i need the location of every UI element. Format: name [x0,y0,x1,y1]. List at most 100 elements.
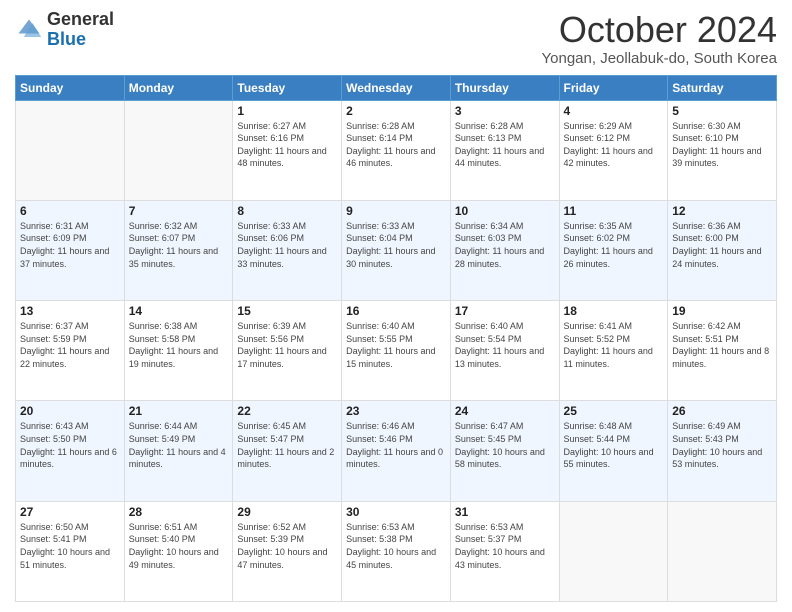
day-number: 26 [672,404,772,418]
day-number: 12 [672,204,772,218]
day-number: 20 [20,404,120,418]
day-number: 31 [455,505,555,519]
calendar-cell [16,100,125,200]
day-number: 16 [346,304,446,318]
calendar-week-row: 27 Sunrise: 6:50 AMSunset: 5:41 PMDayligh… [16,501,777,601]
day-info: Sunrise: 6:33 AMSunset: 6:04 PMDaylight:… [346,220,446,270]
calendar-cell: 13 Sunrise: 6:37 AMSunset: 5:59 PMDayligh… [16,301,125,401]
calendar-cell: 26 Sunrise: 6:49 AMSunset: 5:43 PMDayligh… [668,401,777,501]
day-number: 18 [564,304,664,318]
day-info: Sunrise: 6:35 AMSunset: 6:02 PMDaylight:… [564,220,664,270]
day-info: Sunrise: 6:47 AMSunset: 5:45 PMDaylight:… [455,420,555,470]
calendar-week-row: 20 Sunrise: 6:43 AMSunset: 5:50 PMDayligh… [16,401,777,501]
day-info: Sunrise: 6:37 AMSunset: 5:59 PMDaylight:… [20,320,120,370]
day-info: Sunrise: 6:40 AMSunset: 5:54 PMDaylight:… [455,320,555,370]
logo-text: General Blue [47,10,114,50]
day-number: 6 [20,204,120,218]
calendar-cell: 21Sunrise: 6:44 AMSunset: 5:49 PMDayligh… [124,401,233,501]
day-number: 17 [455,304,555,318]
day-info: Sunrise: 6:41 AMSunset: 5:52 PMDaylight:… [564,320,664,370]
header: General Blue October 2024 Yongan, Jeolla… [15,10,777,67]
day-info: Sunrise: 6:40 AMSunset: 5:55 PMDaylight:… [346,320,446,370]
day-info: Sunrise: 6:29 AMSunset: 6:12 PMDaylight:… [564,120,664,170]
day-info: Sunrise: 6:53 AMSunset: 5:38 PMDaylight:… [346,521,446,571]
day-info: Sunrise: 6:32 AMSunset: 6:07 PMDaylight:… [129,220,229,270]
calendar-cell [559,501,668,601]
calendar-cell: 28 Sunrise: 6:51 AMSunset: 5:40 PMDayligh… [124,501,233,601]
day-info: Sunrise: 6:44 AMSunset: 5:49 PMDaylight:… [129,420,229,470]
day-info: Sunrise: 6:53 AMSunset: 5:37 PMDaylight:… [455,521,555,571]
day-info: Sunrise: 6:27 AMSunset: 6:16 PMDaylight:… [237,120,337,170]
calendar-cell [124,100,233,200]
day-number: 27 [20,505,120,519]
day-number: 4 [564,104,664,118]
day-number: 11 [564,204,664,218]
logo: General Blue [15,10,114,50]
day-info: Sunrise: 6:33 AMSunset: 6:06 PMDaylight:… [237,220,337,270]
day-info: Sunrise: 6:34 AMSunset: 6:03 PMDaylight:… [455,220,555,270]
calendar-cell: 16 Sunrise: 6:40 AMSunset: 5:55 PMDayligh… [342,301,451,401]
calendar-cell: 12 Sunrise: 6:36 AMSunset: 6:00 PMDayligh… [668,200,777,300]
day-number: 23 [346,404,446,418]
day-info: Sunrise: 6:49 AMSunset: 5:43 PMDaylight:… [672,420,772,470]
column-header-thursday: Thursday [450,75,559,100]
title-block: October 2024 Yongan, Jeollabuk-do, South… [542,10,777,67]
day-number: 30 [346,505,446,519]
day-number: 9 [346,204,446,218]
calendar-header-row: SundayMondayTuesdayWednesdayThursdayFrid… [16,75,777,100]
day-info: Sunrise: 6:39 AMSunset: 5:56 PMDaylight:… [237,320,337,370]
day-number: 2 [346,104,446,118]
calendar-cell: 29Sunrise: 6:52 AMSunset: 5:39 PMDayligh… [233,501,342,601]
calendar-cell: 14 Sunrise: 6:38 AMSunset: 5:58 PMDayligh… [124,301,233,401]
day-info: Sunrise: 6:48 AMSunset: 5:44 PMDaylight:… [564,420,664,470]
day-number: 10 [455,204,555,218]
day-info: Sunrise: 6:30 AMSunset: 6:10 PMDaylight:… [672,120,772,170]
day-number: 8 [237,204,337,218]
calendar-cell: 27 Sunrise: 6:50 AMSunset: 5:41 PMDayligh… [16,501,125,601]
calendar-cell: 1 Sunrise: 6:27 AMSunset: 6:16 PMDaylight… [233,100,342,200]
calendar-cell [668,501,777,601]
day-number: 1 [237,104,337,118]
day-info: Sunrise: 6:31 AMSunset: 6:09 PMDaylight:… [20,220,120,270]
calendar-cell: 3 Sunrise: 6:28 AMSunset: 6:13 PMDaylight… [450,100,559,200]
day-info: Sunrise: 6:38 AMSunset: 5:58 PMDaylight:… [129,320,229,370]
calendar-cell: 9 Sunrise: 6:33 AMSunset: 6:04 PMDaylight… [342,200,451,300]
calendar-week-row: 1 Sunrise: 6:27 AMSunset: 6:16 PMDaylight… [16,100,777,200]
day-info: Sunrise: 6:28 AMSunset: 6:13 PMDaylight:… [455,120,555,170]
day-number: 13 [20,304,120,318]
calendar-cell: 30 Sunrise: 6:53 AMSunset: 5:38 PMDayligh… [342,501,451,601]
day-info: Sunrise: 6:51 AMSunset: 5:40 PMDaylight:… [129,521,229,571]
day-number: 14 [129,304,229,318]
day-info: Sunrise: 6:46 AMSunset: 5:46 PMDaylight:… [346,420,446,470]
day-info: Sunrise: 6:50 AMSunset: 5:41 PMDaylight:… [20,521,120,571]
day-number: 3 [455,104,555,118]
calendar-cell: 7Sunrise: 6:32 AMSunset: 6:07 PMDaylight… [124,200,233,300]
logo-icon [15,16,43,44]
calendar-cell: 4 Sunrise: 6:29 AMSunset: 6:12 PMDaylight… [559,100,668,200]
title-location: Yongan, Jeollabuk-do, South Korea [542,50,777,67]
calendar-cell: 6 Sunrise: 6:31 AMSunset: 6:09 PMDaylight… [16,200,125,300]
day-info: Sunrise: 6:43 AMSunset: 5:50 PMDaylight:… [20,420,120,470]
calendar-cell: 17 Sunrise: 6:40 AMSunset: 5:54 PMDayligh… [450,301,559,401]
day-number: 22 [237,404,337,418]
day-number: 25 [564,404,664,418]
calendar-cell: 2Sunrise: 6:28 AMSunset: 6:14 PMDaylight… [342,100,451,200]
day-number: 15 [237,304,337,318]
calendar-cell: 25 Sunrise: 6:48 AMSunset: 5:44 PMDayligh… [559,401,668,501]
column-header-monday: Monday [124,75,233,100]
title-month: October 2024 [542,10,777,50]
calendar-cell: 22Sunrise: 6:45 AMSunset: 5:47 PMDayligh… [233,401,342,501]
day-info: Sunrise: 6:36 AMSunset: 6:00 PMDaylight:… [672,220,772,270]
day-info: Sunrise: 6:52 AMSunset: 5:39 PMDaylight:… [237,521,337,571]
column-header-saturday: Saturday [668,75,777,100]
day-number: 28 [129,505,229,519]
calendar-cell: 24Sunrise: 6:47 AMSunset: 5:45 PMDayligh… [450,401,559,501]
calendar-cell: 5 Sunrise: 6:30 AMSunset: 6:10 PMDaylight… [668,100,777,200]
calendar-cell: 10 Sunrise: 6:34 AMSunset: 6:03 PMDayligh… [450,200,559,300]
calendar-cell: 19Sunrise: 6:42 AMSunset: 5:51 PMDayligh… [668,301,777,401]
day-number: 5 [672,104,772,118]
calendar-cell: 8 Sunrise: 6:33 AMSunset: 6:06 PMDaylight… [233,200,342,300]
calendar-cell: 23 Sunrise: 6:46 AMSunset: 5:46 PMDayligh… [342,401,451,501]
calendar-cell: 11 Sunrise: 6:35 AMSunset: 6:02 PMDayligh… [559,200,668,300]
calendar-table: SundayMondayTuesdayWednesdayThursdayFrid… [15,75,777,602]
